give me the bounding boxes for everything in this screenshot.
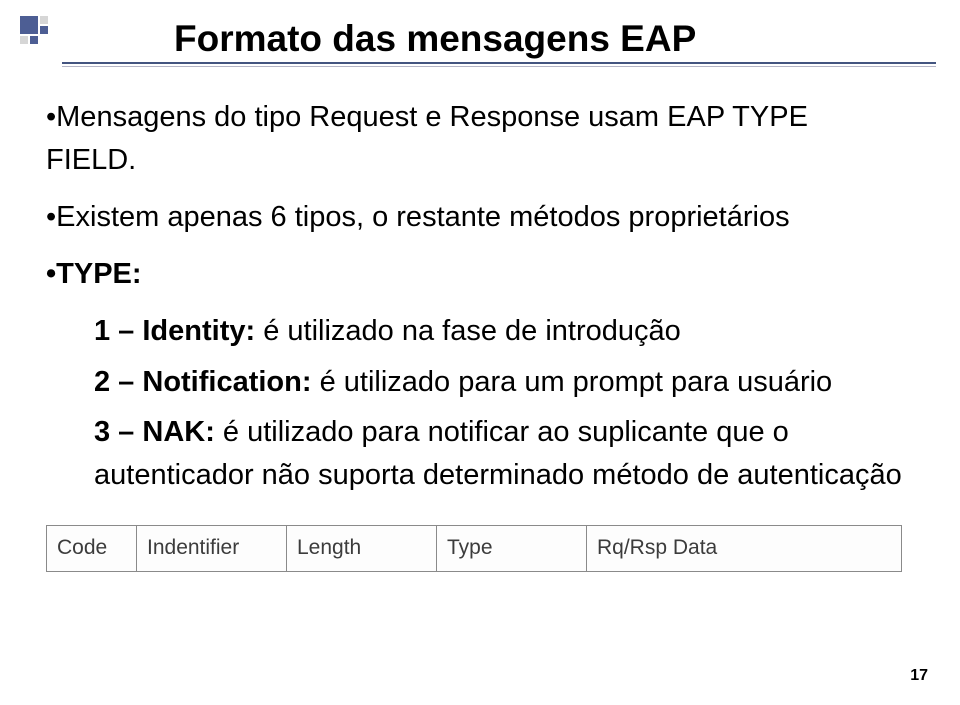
col-type: Type xyxy=(437,526,587,572)
type-3: 3 – NAK: é utilizado para notificar ao s… xyxy=(94,411,902,497)
type-1-label: 1 – Identity: xyxy=(94,315,255,347)
col-length: Length xyxy=(287,526,437,572)
col-data: Rq/Rsp Data xyxy=(587,526,902,572)
col-code: Code xyxy=(47,526,137,572)
bullet-2: •Existem apenas 6 tipos, o restante méto… xyxy=(46,196,902,239)
type-1-text: é utilizado na fase de introdução xyxy=(255,315,681,347)
page-number: 17 xyxy=(910,667,928,685)
type-1: 1 – Identity: é utilizado na fase de int… xyxy=(94,310,902,353)
slide-body: •Mensagens do tipo Request e Response us… xyxy=(46,96,902,572)
slide: Formato das mensagens EAP •Mensagens do … xyxy=(0,0,960,705)
slide-title: Formato das mensagens EAP xyxy=(174,18,902,60)
type-2: 2 – Notification: é utilizado para um pr… xyxy=(94,361,902,404)
bullet-type-label: •TYPE: xyxy=(46,253,902,296)
col-identifier: Indentifier xyxy=(137,526,287,572)
type-3-text: é utilizado para notificar ao suplicante… xyxy=(94,416,902,491)
type-list: 1 – Identity: é utilizado na fase de int… xyxy=(94,310,902,498)
bullet-1: •Mensagens do tipo Request e Response us… xyxy=(46,96,902,182)
type-2-label: 2 – Notification: xyxy=(94,366,312,398)
title-rule xyxy=(62,62,936,65)
type-3-label: 3 – NAK: xyxy=(94,416,215,448)
packet-table: Code Indentifier Length Type Rq/Rsp Data xyxy=(46,525,902,572)
type-2-text: é utilizado para um prompt para usuário xyxy=(312,366,833,398)
table-row: Code Indentifier Length Type Rq/Rsp Data xyxy=(47,526,902,572)
corner-decoration xyxy=(20,16,60,58)
